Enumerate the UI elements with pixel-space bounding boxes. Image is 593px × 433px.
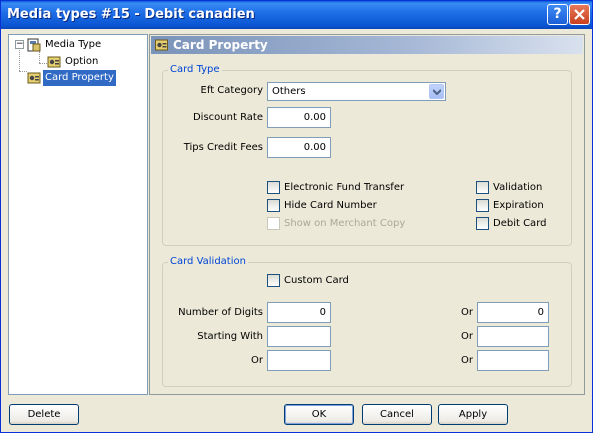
card-property-panel: Card Property Card Type Eft Category Oth… <box>149 34 585 395</box>
delete-button[interactable]: Delete <box>9 404 79 425</box>
help-icon: ? <box>553 6 562 22</box>
help-button[interactable]: ? <box>547 4 568 25</box>
title-bar[interactable]: Media types #15 - Debit canadien ? <box>1 1 592 29</box>
panel-header: Card Property <box>151 36 583 54</box>
tips-credit-fees-label: Tips Credit Fees <box>183 142 263 153</box>
checkbox-label: Electronic Fund Transfer <box>284 182 405 193</box>
or-label: Or <box>461 355 473 366</box>
eft-category-select[interactable]: Others <box>267 82 446 101</box>
eft-category-label: Eft Category <box>200 85 263 96</box>
card-property-icon <box>27 72 41 84</box>
checkbox-box[interactable] <box>267 199 280 212</box>
number-of-digits-or-input[interactable]: 0 <box>477 302 549 323</box>
or-label: Or <box>461 331 473 342</box>
checkbox-box <box>267 217 280 230</box>
starting-with-or-input[interactable] <box>477 326 549 347</box>
checkbox-label: Debit Card <box>493 218 547 229</box>
checkbox-box[interactable] <box>476 181 489 194</box>
number-of-digits-input[interactable]: 0 <box>267 302 331 323</box>
or-label: Or <box>461 307 473 318</box>
checkbox-label: Validation <box>493 182 543 193</box>
tree-connector <box>39 63 47 64</box>
or-label: Or <box>251 355 263 366</box>
starting-with-input[interactable] <box>267 326 331 347</box>
starting-with-label: Starting With <box>197 331 263 342</box>
group-title: Card Type <box>168 63 222 77</box>
media-type-icon <box>27 38 41 52</box>
apply-button[interactable]: Apply <box>438 404 508 425</box>
navigation-tree[interactable]: − Media Type Option Card Property <box>8 34 148 395</box>
close-icon <box>574 9 585 20</box>
panel-title: Card Property <box>173 38 268 52</box>
checkbox-label: Hide Card Number <box>284 200 377 211</box>
card-validation-group: Card Validation Custom Card Number of Di… <box>162 255 572 387</box>
window-title: Media types #15 - Debit canadien <box>7 7 255 22</box>
checkbox-box[interactable] <box>267 274 280 287</box>
option-icon <box>47 56 61 68</box>
dialog-client: − Media Type Option Card Property Card P… <box>4 30 589 430</box>
checkbox-label: Show on Merchant Copy <box>284 218 406 229</box>
cancel-button[interactable]: Cancel <box>362 404 432 425</box>
eft-category-value: Others <box>272 86 306 97</box>
checkbox-label: Expiration <box>493 200 544 211</box>
tree-expand-icon[interactable]: − <box>15 40 24 49</box>
checkbox-box[interactable] <box>476 199 489 212</box>
discount-rate-label: Discount Rate <box>192 112 263 123</box>
checkbox-label: Custom Card <box>284 275 349 286</box>
ok-button[interactable]: OK <box>284 404 354 425</box>
tree-connector <box>19 71 27 72</box>
checkbox-box[interactable] <box>267 181 280 194</box>
dialog-window: Media types #15 - Debit canadien ? − Med… <box>0 0 593 433</box>
number-of-digits-label: Number of Digits <box>178 307 263 318</box>
tree-connector <box>39 51 40 63</box>
tree-connector <box>19 48 20 71</box>
tree-item-label: Card Property <box>43 70 116 86</box>
close-button[interactable] <box>569 4 590 25</box>
dropdown-arrow-icon[interactable] <box>429 84 444 99</box>
tree-item-label: Option <box>65 56 99 67</box>
tree-item-label: Media Type <box>45 39 102 50</box>
or-row-or-input[interactable] <box>477 350 549 371</box>
or-row-input[interactable] <box>267 350 331 371</box>
tips-credit-fees-input[interactable]: 0.00 <box>267 137 331 158</box>
discount-rate-input[interactable]: 0.00 <box>267 107 331 128</box>
card-property-icon <box>155 39 168 51</box>
group-title: Card Validation <box>168 255 248 269</box>
card-type-group: Card Type Eft Category Others Discount R… <box>162 63 572 246</box>
checkbox-box[interactable] <box>476 217 489 230</box>
